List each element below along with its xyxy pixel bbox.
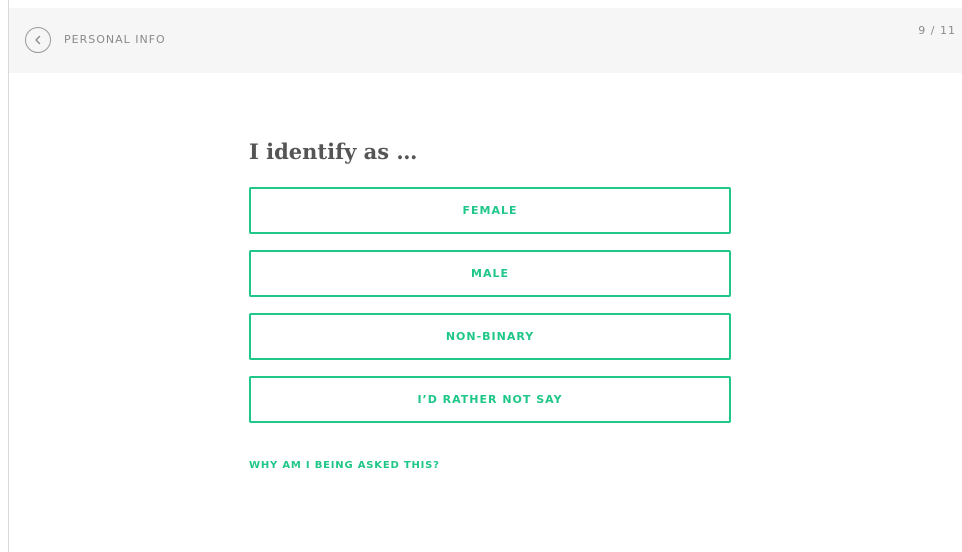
option-female-button[interactable]: FEMALE: [249, 187, 731, 234]
option-rather-not-say-button[interactable]: I’D RATHER NOT SAY: [249, 376, 731, 423]
left-border-divider: [8, 0, 9, 552]
option-male-button[interactable]: MALE: [249, 250, 731, 297]
back-button[interactable]: [25, 27, 51, 53]
section-title: PERSONAL INFO: [64, 33, 166, 46]
option-non-binary-button[interactable]: NON-BINARY: [249, 313, 731, 360]
step-counter: 9 / 11: [918, 24, 956, 37]
why-asked-link[interactable]: WHY AM I BEING ASKED THIS?: [249, 460, 440, 471]
question-heading: I identify as …: [249, 139, 418, 164]
top-header-bar: PERSONAL INFO 9 / 11: [9, 8, 962, 73]
chevron-left-icon: [35, 35, 41, 45]
gender-options-list: FEMALE MALE NON-BINARY I’D RATHER NOT SA…: [249, 187, 731, 439]
